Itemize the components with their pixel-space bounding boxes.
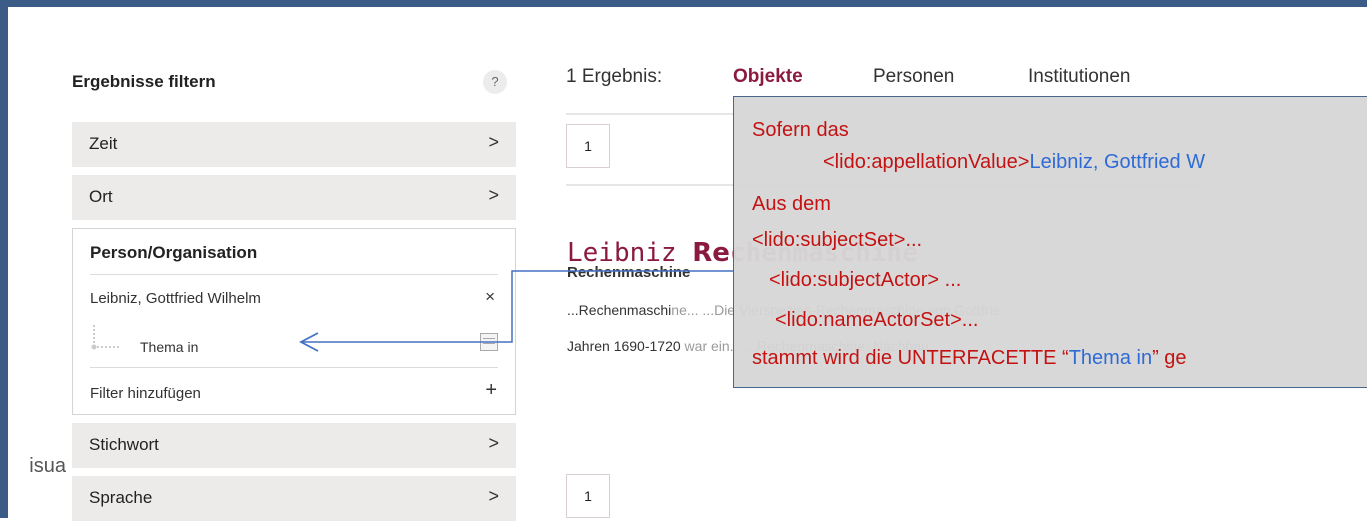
annotation-arrow — [299, 270, 733, 352]
